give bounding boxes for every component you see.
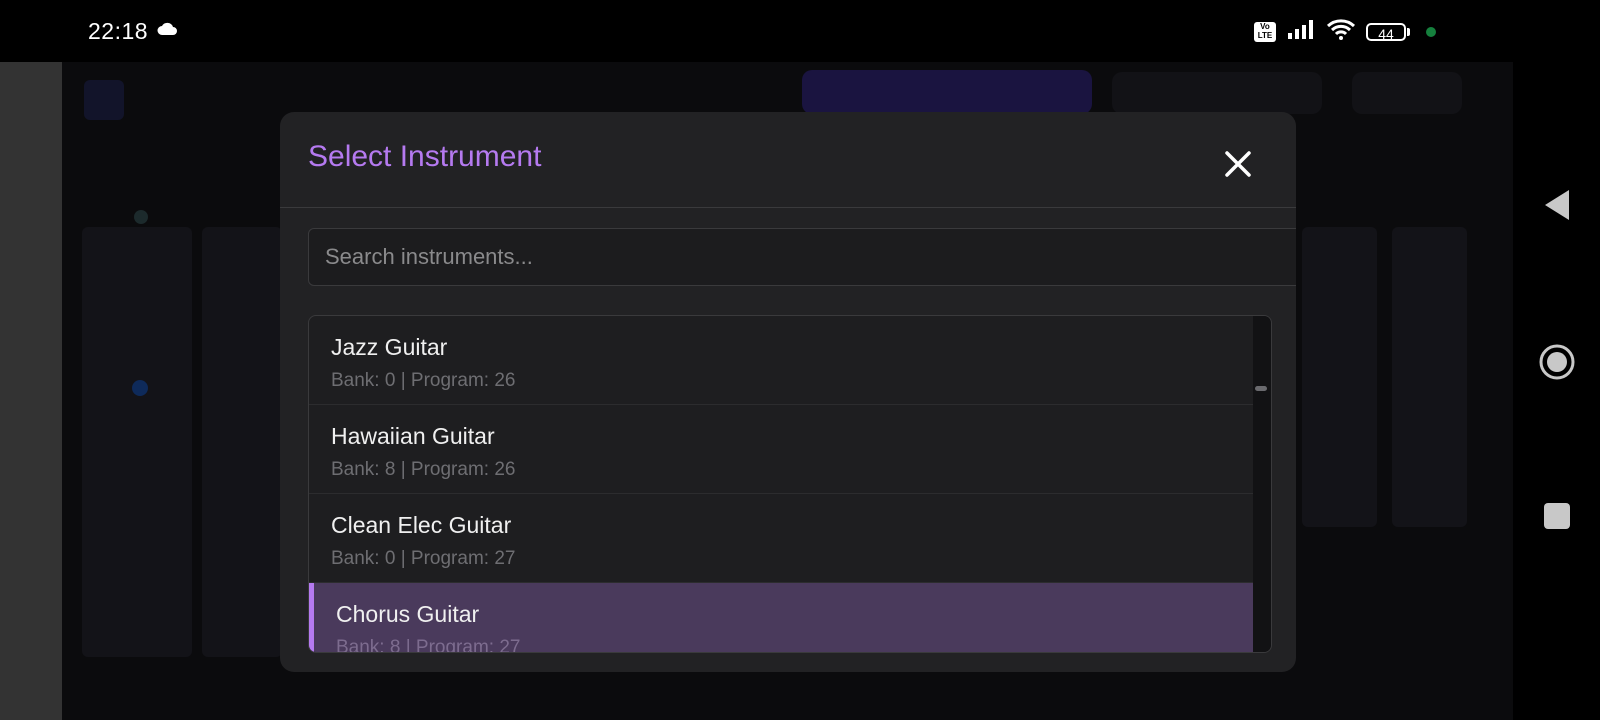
home-button[interactable] — [1537, 342, 1577, 387]
bg-channel-1 — [82, 227, 192, 657]
search-instruments-input[interactable] — [308, 228, 1296, 286]
bg-channel-4 — [1392, 227, 1467, 527]
back-button[interactable] — [1543, 188, 1571, 227]
instrument-name: Clean Elec Guitar — [331, 512, 512, 538]
bg-knob — [132, 380, 148, 396]
recents-button[interactable] — [1543, 502, 1571, 535]
dialog-title: Select Instrument — [308, 140, 542, 173]
wifi-icon — [1326, 18, 1356, 45]
instrument-name: Hawaiian Guitar — [331, 423, 495, 449]
scrollbar[interactable] — [1253, 316, 1271, 652]
battery-level: 44 — [1366, 22, 1406, 42]
battery-icon: 44 — [1366, 22, 1410, 42]
instrument-meta: Bank: 0 | Program: 27 — [331, 548, 516, 569]
instrument-name: Jazz Guitar — [331, 334, 448, 360]
bg-dropdown — [802, 70, 1092, 114]
list-item[interactable]: Jazz Guitar Bank: 0 | Program: 26 — [309, 316, 1253, 405]
scrollbar-thumb[interactable] — [1255, 386, 1267, 391]
bg-button — [1112, 72, 1322, 114]
instrument-name: Chorus Guitar — [336, 601, 480, 627]
list-item[interactable]: Hawaiian Guitar Bank: 8 | Program: 26 — [309, 405, 1253, 494]
recents-square-icon — [1544, 503, 1570, 529]
system-nav-bar — [1513, 62, 1600, 720]
left-edge-strip — [0, 62, 62, 720]
cloud-icon — [156, 22, 178, 41]
dialog-header: Select Instrument — [280, 112, 1296, 208]
close-icon — [1225, 151, 1251, 177]
bg-channel-2 — [202, 227, 282, 657]
privacy-indicator — [1426, 26, 1436, 37]
volte-icon: Vo LTE — [1254, 21, 1276, 42]
status-time: 22:18 — [88, 18, 149, 44]
select-instrument-dialog: Select Instrument Jazz Guitar Bank: 0 | … — [280, 112, 1296, 672]
bg-button-2 — [1352, 72, 1462, 114]
status-bar: 22:18 Vo LTE 44 — [0, 0, 1600, 62]
bg-logo — [84, 80, 124, 120]
instrument-list[interactable]: Jazz Guitar Bank: 0 | Program: 26 Hawaii… — [308, 315, 1272, 653]
home-circle-icon — [1539, 344, 1575, 380]
back-triangle-icon — [1545, 190, 1569, 220]
bg-knob-2 — [134, 210, 148, 224]
instrument-meta: Bank: 8 | Program: 27 — [336, 637, 521, 653]
instrument-meta: Bank: 0 | Program: 26 — [331, 370, 516, 391]
list-item[interactable]: Clean Elec Guitar Bank: 0 | Program: 27 — [309, 494, 1253, 583]
list-item-selected[interactable]: Chorus Guitar Bank: 8 | Program: 27 — [309, 583, 1253, 653]
signal-icon — [1286, 19, 1316, 44]
close-button[interactable] — [1220, 146, 1256, 182]
bg-channel-3 — [1302, 227, 1377, 527]
instrument-meta: Bank: 8 | Program: 26 — [331, 459, 516, 480]
